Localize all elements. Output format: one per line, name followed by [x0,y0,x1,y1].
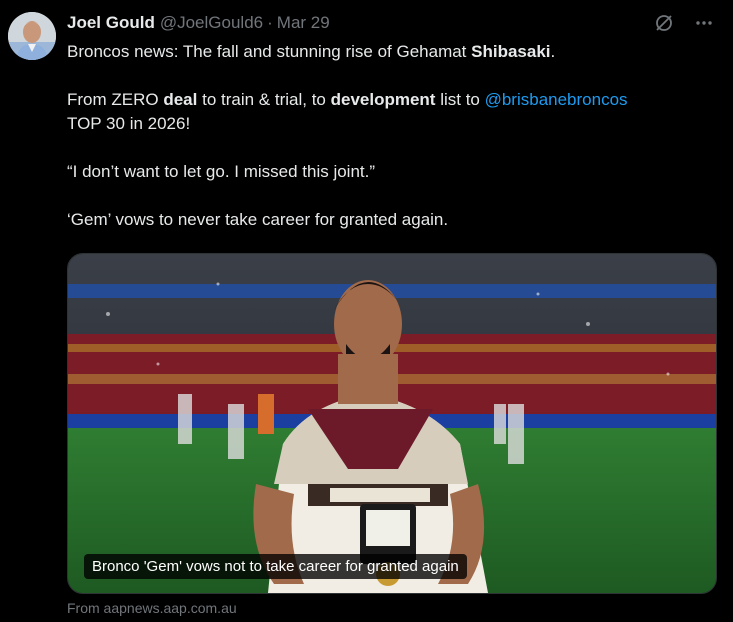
tweet-quote: “I don’t want to let go. I missed this j… [67,162,376,181]
grok-icon [656,15,672,31]
tweet-line-3: TOP 30 in 2026! [67,114,191,133]
tweet-actions-top [653,12,715,34]
tweet-line-1: Broncos news: The fall and stunning rise… [67,42,556,61]
tweet-date[interactable]: Mar 29 [277,13,330,33]
header-separator: · [267,13,273,32]
link-card-image[interactable]: Bronco 'Gem' vows not to take career for… [67,253,717,594]
grok-button[interactable] [653,12,675,34]
tweet-line-5: ‘Gem’ vows to never take career for gran… [67,210,449,229]
tweet-header: Joel Gould @JoelGould6 · Mar 29 [67,12,330,34]
mention-link[interactable]: @brisbanebroncos [485,90,628,109]
link-card-caption[interactable]: Bronco 'Gem' vows not to take career for… [84,554,467,579]
more-icon [696,21,712,25]
player-photo [68,254,716,593]
link-source[interactable]: From aapnews.aap.com.au [67,600,237,616]
tweet-line-2: From ZERO deal to train & trial, to deve… [67,90,628,109]
more-button[interactable] [693,12,715,34]
author-avatar[interactable] [8,12,56,60]
tweet-text: Broncos news: The fall and stunning rise… [67,40,707,232]
author-handle[interactable]: @JoelGould6 [160,13,263,33]
person-avatar [8,12,56,60]
author-name[interactable]: Joel Gould [67,13,155,33]
